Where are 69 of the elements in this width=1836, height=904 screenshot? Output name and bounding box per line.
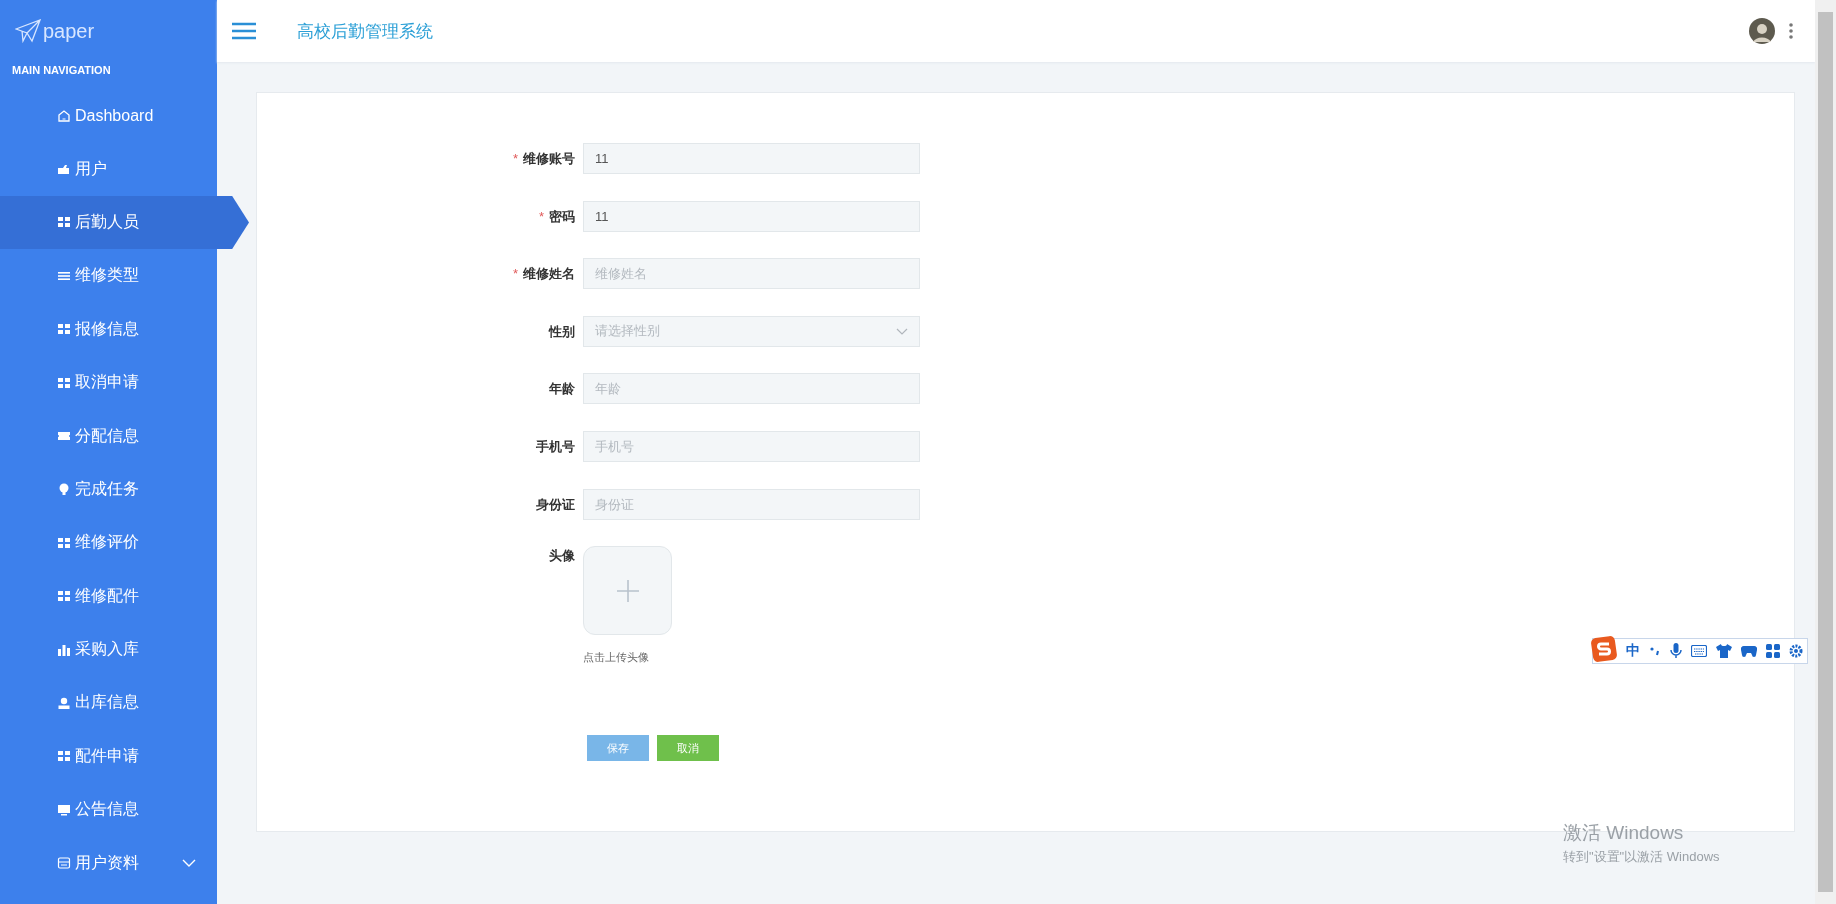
input-field[interactable]: 年龄 (583, 373, 920, 405)
gamepad-icon[interactable] (1741, 645, 1757, 657)
field-label: 维修姓名 (523, 266, 575, 282)
avatar-icon[interactable] (1749, 18, 1775, 44)
logo-text: paper (43, 19, 95, 43)
cancel-button[interactable]: 取消 (657, 735, 719, 762)
field-label: 年龄 (549, 381, 575, 397)
nav-item[interactable]: 维修评价 (0, 516, 217, 570)
grid-icon (57, 589, 71, 604)
monitor-icon (57, 802, 71, 817)
caret-icon (896, 327, 908, 335)
more-icon[interactable] (1789, 23, 1793, 39)
ime-mode[interactable]: 中 (1626, 642, 1640, 660)
nav-item[interactable]: 分配信息 (0, 409, 217, 463)
upload-hint: 点击上传头像 (583, 650, 650, 666)
microphone-icon[interactable] (1670, 643, 1682, 659)
plus-icon (616, 579, 639, 602)
activation-title: 激活 Windows (1563, 821, 1685, 845)
nav-item[interactable]: Dashboard (0, 89, 217, 143)
form-icon (57, 856, 71, 871)
nav-item[interactable]: 完成任务 (0, 462, 217, 517)
grid-icon (57, 215, 71, 230)
nav-item[interactable]: 维修类型 (0, 249, 217, 303)
field-label: 身份证 (536, 496, 575, 512)
punctuation-icon[interactable] (1649, 645, 1661, 657)
person-icon (57, 696, 71, 710)
app-title: 高校后勤管理系统 (297, 20, 433, 43)
card-icon (57, 162, 71, 177)
field-label: 维修账号 (523, 151, 575, 166)
keyboard-icon[interactable] (1691, 645, 1707, 657)
input-field[interactable]: 身份证 (583, 488, 920, 520)
nav-item[interactable]: 取消申请 (0, 355, 217, 410)
field-label: 密码 (549, 208, 575, 224)
nav-item[interactable]: 后勤人员 (0, 195, 249, 250)
field-label: 头像 (549, 548, 575, 564)
scrollbar[interactable] (1815, 0, 1836, 904)
scrollbar-thumb[interactable] (1818, 12, 1833, 892)
nav-item[interactable]: 用户 (0, 142, 217, 196)
grid-icon (57, 375, 71, 390)
paper-plane-icon (15, 19, 41, 43)
bulb-icon (57, 482, 71, 497)
nav-item[interactable]: 采购入库 (0, 622, 217, 677)
field-label: 手机号 (536, 438, 575, 454)
required-mark: * (538, 208, 544, 224)
nav-heading: MAIN NAVIGATION (11, 63, 112, 78)
shirt-icon[interactable] (1716, 644, 1732, 658)
input-field[interactable]: 11 (583, 200, 920, 232)
activation-subtitle: 转到"设置"以激活 Windows (1563, 848, 1720, 866)
required-mark: * (512, 151, 518, 166)
required-mark: * (512, 266, 518, 282)
nav-item[interactable]: 出库信息 (0, 676, 217, 730)
nav-item[interactable]: 配件申请 (0, 729, 217, 784)
menu-icon[interactable] (232, 22, 256, 40)
field-label: 性别 (549, 323, 575, 339)
bars-icon (57, 642, 71, 657)
home-icon (57, 108, 71, 123)
nav-item[interactable]: 公告信息 (0, 783, 217, 837)
nav-item[interactable]: 用户资料 (0, 836, 217, 890)
nav-item[interactable]: 维修配件 (0, 569, 217, 623)
grid-icon (57, 322, 71, 337)
input-field[interactable]: 手机号 (583, 430, 920, 462)
grid-icon (57, 535, 71, 550)
grid-icon (57, 749, 71, 764)
save-button[interactable]: 保存 (587, 735, 649, 762)
input-field[interactable]: 11 (583, 143, 920, 174)
apps-icon[interactable] (1766, 644, 1780, 658)
input-field[interactable]: 维修姓名 (583, 258, 920, 290)
settings-icon[interactable] (1789, 644, 1803, 658)
nav-item[interactable]: 报修信息 (0, 302, 217, 356)
